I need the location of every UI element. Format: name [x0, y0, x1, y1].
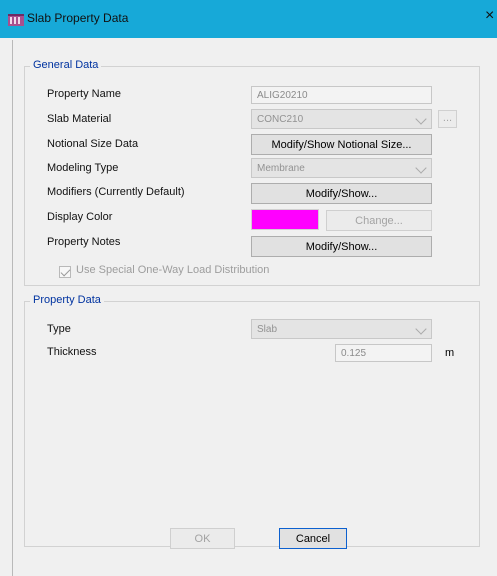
- thickness-unit: m: [445, 347, 455, 359]
- cancel-button[interactable]: Cancel: [279, 528, 347, 549]
- display-color-label: Display Color: [47, 211, 113, 223]
- modeling-type-label: Modeling Type: [47, 162, 119, 174]
- display-color-swatch: [251, 209, 319, 230]
- special-load-label: Use Special One-Way Load Distribution: [76, 264, 270, 276]
- slab-property-dialog: General Data Property Name ALIG20210 Sla…: [12, 40, 497, 576]
- app-icon: [8, 14, 24, 26]
- thickness-label: Thickness: [47, 346, 97, 358]
- chevron-down-icon: [415, 162, 427, 174]
- type-value: Slab: [257, 324, 278, 335]
- change-color-button[interactable]: Change...: [326, 210, 432, 231]
- modeling-type-select[interactable]: Membrane: [251, 158, 432, 178]
- modifiers-button[interactable]: Modify/Show...: [251, 183, 432, 204]
- chevron-down-icon: [415, 323, 427, 335]
- slab-material-value: CONC210: [257, 114, 304, 125]
- material-browse-button[interactable]: ...: [438, 110, 457, 128]
- modeling-type-value: Membrane: [257, 163, 305, 174]
- window-title: Slab Property Data: [27, 11, 129, 25]
- general-data-legend: General Data: [30, 59, 102, 71]
- property-data-legend: Property Data: [30, 294, 104, 306]
- thickness-field[interactable]: 0.125: [335, 344, 432, 362]
- property-name-field[interactable]: ALIG20210: [251, 86, 432, 104]
- chevron-down-icon: [415, 113, 427, 125]
- property-name-label: Property Name: [47, 88, 121, 100]
- type-select[interactable]: Slab: [251, 319, 432, 339]
- type-label: Type: [47, 323, 71, 335]
- special-load-checkbox[interactable]: [59, 266, 71, 278]
- notional-size-button[interactable]: Modify/Show Notional Size...: [251, 134, 432, 155]
- ok-button[interactable]: OK: [170, 528, 235, 549]
- close-icon[interactable]: ×: [485, 6, 497, 26]
- modifiers-label: Modifiers (Currently Default): [47, 186, 185, 198]
- slab-material-select[interactable]: CONC210: [251, 109, 432, 129]
- title-bar: Slab Property Data ×: [0, 0, 497, 38]
- checkmark-icon: [60, 266, 71, 277]
- notional-size-label: Notional Size Data: [47, 138, 139, 150]
- property-notes-label: Property Notes: [47, 236, 121, 248]
- property-notes-button[interactable]: Modify/Show...: [251, 236, 432, 257]
- slab-material-label: Slab Material: [47, 113, 112, 125]
